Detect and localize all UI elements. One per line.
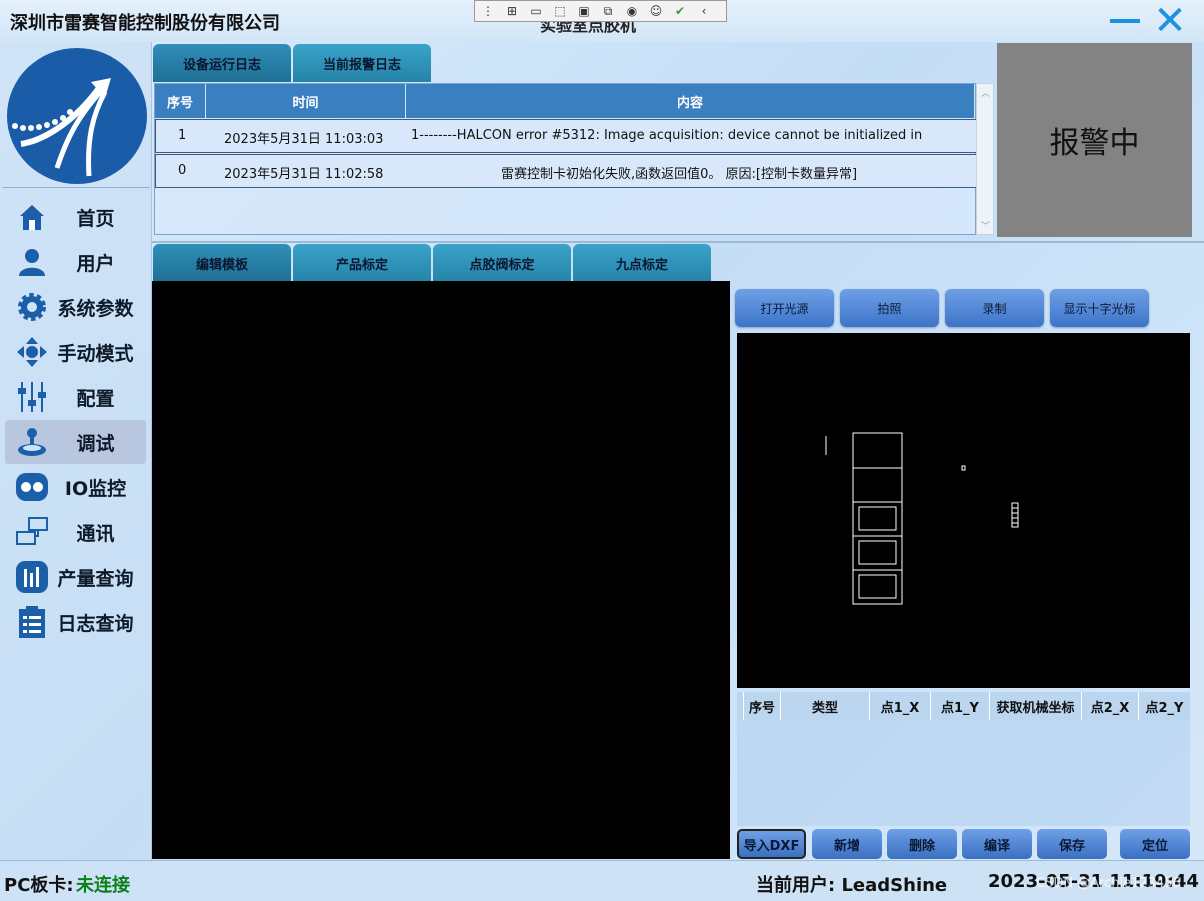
column-header-p1x: 点1_X: [869, 692, 930, 720]
network-icon: [11, 515, 53, 549]
joystick-icon: [11, 425, 53, 459]
home-icon: [11, 200, 53, 234]
collapse-icon[interactable]: ‹: [695, 1, 713, 21]
row-index: 1: [178, 128, 187, 143]
add-button[interactable]: 新增: [812, 829, 882, 859]
app-window: 深圳市雷赛智能控制股份有限公司 实验室点胶机 ⋮ ⊞ ▭ ⬚ ▣ ⧉ ◉ ☺ ✔…: [0, 0, 1204, 901]
floating-toolbar: ⋮ ⊞ ▭ ⬚ ▣ ⧉ ◉ ☺ ✔ ‹: [474, 0, 727, 22]
company-logo: [7, 48, 147, 184]
minimize-button[interactable]: [1108, 6, 1142, 36]
tab-edit-template[interactable]: 编辑模板: [153, 244, 291, 282]
column-header-p2x: 点2_X: [1081, 692, 1138, 720]
row-time: 2023年5月31日 11:02:58: [224, 167, 384, 182]
sidebar-item-config[interactable]: 配置: [5, 375, 146, 419]
column-header-get-machine-coords: 获取机械坐标: [989, 692, 1081, 720]
user-icon: [11, 245, 53, 279]
table-row[interactable]: 1 2023年5月31日 11:03:03 1--------HALCON er…: [155, 119, 977, 153]
bars-icon: [11, 560, 53, 594]
sidebar-item-system-params[interactable]: 系统参数: [5, 285, 146, 329]
minimize-icon: [1110, 19, 1140, 23]
sidebar-item-communication[interactable]: 通讯: [5, 510, 146, 554]
open-light-button[interactable]: 打开光源: [735, 289, 834, 327]
point-table-header: 序号 类型 点1_X 点1_Y 获取机械坐标 点2_X 点2_Y: [737, 692, 1190, 720]
clipboard-icon: [11, 605, 53, 639]
column-header-index: 序号: [155, 84, 206, 118]
track-icon[interactable]: ⧉: [599, 1, 617, 21]
column-header-p1y: 点1_Y: [930, 692, 989, 720]
scroll-down-icon[interactable]: ﹀: [981, 219, 990, 232]
status-bar: PC板卡: 未连接 当前用户: LeadShine 2023-05-31 11:…: [0, 860, 1204, 901]
sidebar-item-label: 首页: [76, 207, 115, 230]
sliders-icon: [11, 380, 53, 414]
capture-button[interactable]: 拍照: [840, 289, 939, 327]
column-header-time: 时间: [206, 84, 406, 118]
row-content: 1--------HALCON error #5312: Image acqui…: [411, 128, 923, 143]
sidebar-item-user[interactable]: 用户: [5, 240, 146, 284]
current-user: 当前用户: LeadShine: [756, 875, 948, 896]
sidebar-divider: [2, 187, 150, 188]
record-button[interactable]: 录制: [945, 289, 1044, 327]
column-header-index: 序号: [743, 692, 780, 720]
sidebar-item-label: 日志查询: [57, 612, 134, 635]
row-index: 0: [178, 163, 187, 178]
sidebar-item-label: IO监控: [64, 477, 127, 500]
move-arrows-icon: [11, 335, 53, 369]
accessibility-icon[interactable]: ☺: [647, 1, 665, 21]
camera-icon[interactable]: ▭: [527, 1, 545, 21]
column-header-p2y: 点2_Y: [1138, 692, 1190, 720]
show-crosshair-button[interactable]: 显示十字光标: [1050, 289, 1149, 327]
import-dxf-button[interactable]: 导入DXF: [737, 829, 806, 859]
gear-icon: [11, 290, 53, 324]
row-content: 雷赛控制卡初始化失败,函数返回值0。 原因:[控制卡数量异常]: [501, 167, 858, 182]
sidebar-item-label: 通讯: [76, 522, 115, 545]
sidebar-item-label: 配置: [76, 387, 115, 410]
alarm-indicator: 报警中: [997, 43, 1192, 237]
tab-product-calibration[interactable]: 产品标定: [293, 244, 431, 282]
pc-card-label: PC板卡:: [4, 875, 74, 896]
frame-icon[interactable]: ▣: [575, 1, 593, 21]
watermark: CSDN @Archie123456: [1036, 876, 1181, 891]
sidebar-item-label: 手动模式: [57, 342, 134, 365]
row-time: 2023年5月31日 11:03:03: [224, 132, 384, 147]
save-button[interactable]: 保存: [1037, 829, 1107, 859]
tab-device-run-log[interactable]: 设备运行日志: [153, 44, 291, 82]
sidebar-item-home[interactable]: 首页: [5, 195, 146, 239]
sidebar-item-debug[interactable]: 调试: [5, 420, 146, 464]
title-bar: 深圳市雷赛智能控制股份有限公司 实验室点胶机 ⋮ ⊞ ▭ ⬚ ▣ ⧉ ◉ ☺ ✔…: [0, 0, 1204, 42]
camera-view[interactable]: [152, 281, 730, 859]
sidebar-item-label: 产量查询: [57, 567, 134, 590]
select-icon[interactable]: ⬚: [551, 1, 569, 21]
column-header-type: 类型: [780, 692, 869, 720]
scroll-up-icon[interactable]: ︿: [981, 86, 990, 99]
sidebar-item-label: 系统参数: [57, 297, 134, 320]
tab-nine-point-calibration[interactable]: 九点标定: [573, 244, 711, 282]
log-scrollbar[interactable]: ︿ ﹀: [976, 83, 994, 235]
tab-current-alarm-log[interactable]: 当前报警日志: [293, 44, 431, 82]
sidebar-item-io-monitor[interactable]: IO监控: [5, 465, 146, 509]
check-icon[interactable]: ✔: [671, 1, 689, 21]
dxf-preview[interactable]: [737, 333, 1190, 688]
company-name: 深圳市雷赛智能控制股份有限公司: [10, 13, 280, 34]
sidebar-item-manual-mode[interactable]: 手动模式: [5, 330, 146, 374]
dxf-drawing: [825, 432, 1019, 605]
pc-card-status: 未连接: [76, 875, 130, 896]
log-table: 序号 时间 内容 1 2023年5月31日 11:03:03 1--------…: [154, 83, 977, 235]
grip-icon[interactable]: ⋮: [479, 1, 497, 21]
close-button[interactable]: ✕: [1150, 1, 1190, 41]
sidebar-item-label: 用户: [76, 252, 115, 275]
tab-valve-calibration[interactable]: 点胶阀标定: [433, 244, 571, 282]
sidebar-item-production-query[interactable]: 产量查询: [5, 555, 146, 599]
locate-button[interactable]: 定位: [1120, 829, 1190, 859]
delete-button[interactable]: 删除: [887, 829, 957, 859]
panel-divider: [152, 241, 1204, 243]
table-row[interactable]: 0 2023年5月31日 11:02:58 雷赛控制卡初始化失败,函数返回值0。…: [155, 154, 977, 188]
tree-icon[interactable]: ⊞: [503, 1, 521, 21]
io-dots-icon: [11, 470, 53, 504]
column-header-content: 内容: [406, 84, 975, 118]
sidebar-item-log-query[interactable]: 日志查询: [5, 600, 146, 644]
sidebar-item-label: 调试: [76, 432, 115, 455]
hotreload-icon[interactable]: ◉: [623, 1, 641, 21]
point-table-body[interactable]: [737, 720, 1190, 826]
compile-button[interactable]: 编译: [962, 829, 1032, 859]
